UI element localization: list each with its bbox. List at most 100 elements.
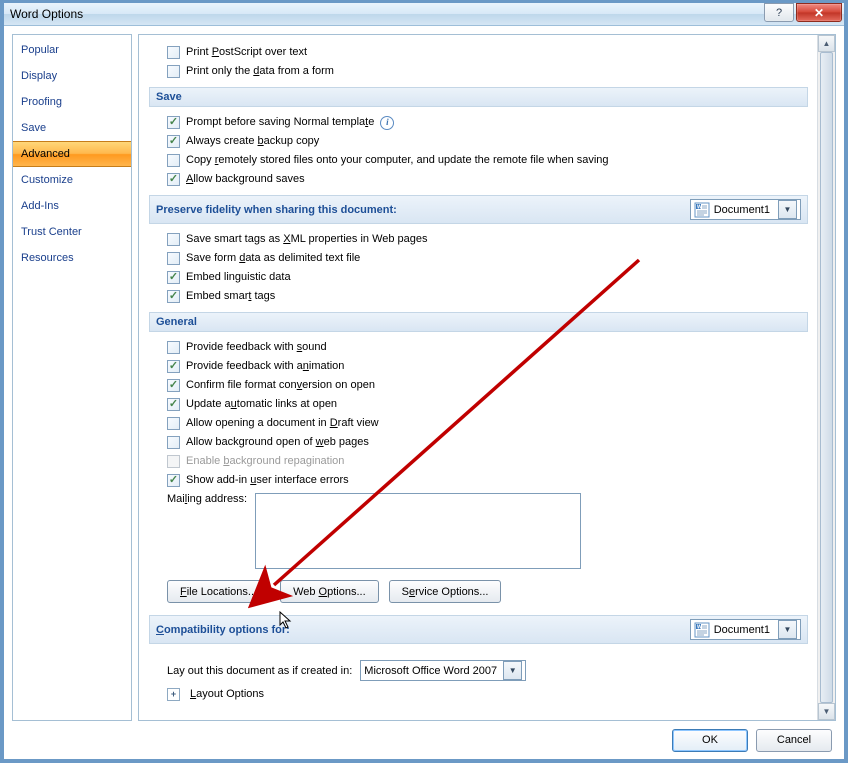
feedback-sound-checkbox[interactable] [167, 341, 180, 354]
save-smart-tags-xml-checkbox[interactable] [167, 233, 180, 246]
allow-bg-open-web-checkbox[interactable] [167, 436, 180, 449]
enable-bg-repag-label: Enable background repagination [186, 453, 344, 470]
allow-bg-saves-label: Allow background saves [186, 171, 305, 188]
general-buttons: File Locations... Web Options... Service… [149, 570, 808, 609]
embed-linguistic-row: Embed linguistic data [149, 268, 808, 287]
mailing-address-input[interactable] [255, 493, 581, 569]
allow-draft-label: Allow opening a document in Draft view [186, 415, 379, 432]
save-form-data-label: Save form data as delimited text file [186, 250, 360, 267]
enable-bg-repag-row: Enable background repagination [149, 452, 808, 471]
sidebar-item-customize[interactable]: Customize [13, 167, 131, 193]
print-only-data-checkbox[interactable] [167, 65, 180, 78]
embed-linguistic-checkbox[interactable] [167, 271, 180, 284]
mailing-address-row: Mailing address: [149, 490, 808, 570]
info-icon[interactable]: i [380, 116, 394, 130]
dialog-body: Popular Display Proofing Save Advanced C… [4, 26, 844, 721]
sidebar-item-resources[interactable]: Resources [13, 245, 131, 271]
chevron-down-icon: ▼ [778, 620, 797, 639]
svg-text:W: W [697, 204, 702, 210]
embed-smart-tags-label: Embed smart tags [186, 288, 275, 305]
scroll-content: Print PostScript over text Print only th… [139, 35, 818, 720]
svg-text:W: W [697, 624, 702, 630]
preserve-doc-select[interactable]: W Document1 ▼ [690, 199, 801, 220]
always-backup-row: Always create backup copy [149, 132, 808, 151]
allow-bg-saves-checkbox[interactable] [167, 173, 180, 186]
sidebar-item-advanced[interactable]: Advanced [13, 141, 131, 167]
scroll-down-icon[interactable]: ▼ [818, 703, 835, 720]
sidebar-item-popular[interactable]: Popular [13, 37, 131, 63]
feedback-animation-checkbox[interactable] [167, 360, 180, 373]
chevron-down-icon: ▼ [503, 661, 522, 680]
expand-icon[interactable]: + [167, 688, 180, 701]
general-header: General [149, 312, 808, 332]
ok-button[interactable]: OK [672, 729, 748, 752]
main-panel: Print PostScript over text Print only th… [138, 34, 836, 721]
always-backup-checkbox[interactable] [167, 135, 180, 148]
confirm-conversion-label: Confirm file format conversion on open [186, 377, 375, 394]
scrollbar[interactable]: ▲ ▼ [817, 35, 835, 720]
copy-remote-label: Copy remotely stored files onto your com… [186, 152, 609, 169]
layout-options-label[interactable]: Layout Options [190, 686, 264, 703]
allow-bg-saves-row: Allow background saves [149, 170, 808, 189]
sidebar-item-proofing[interactable]: Proofing [13, 89, 131, 115]
update-auto-links-row: Update automatic links at open [149, 395, 808, 414]
show-addin-errors-checkbox[interactable] [167, 474, 180, 487]
copy-remote-checkbox[interactable] [167, 154, 180, 167]
always-backup-label: Always create backup copy [186, 133, 319, 150]
sidebar-item-addins[interactable]: Add-Ins [13, 193, 131, 219]
save-form-data-checkbox[interactable] [167, 252, 180, 265]
update-auto-links-checkbox[interactable] [167, 398, 180, 411]
close-button[interactable]: ✕ [796, 3, 842, 22]
help-button[interactable]: ? [764, 3, 794, 22]
compat-header: Compatibility options for: W Document1 ▼ [149, 615, 808, 644]
file-locations-button[interactable]: File Locations... [167, 580, 270, 603]
titlebar: Word Options ? ✕ [4, 3, 844, 26]
window-buttons: ? ✕ [764, 6, 842, 22]
sidebar: Popular Display Proofing Save Advanced C… [12, 34, 132, 721]
layout-options-row: + Layout Options [149, 685, 808, 704]
sidebar-item-trust[interactable]: Trust Center [13, 219, 131, 245]
service-options-button[interactable]: Service Options... [389, 580, 502, 603]
prompt-normal-label: Prompt before saving Normal template [186, 114, 374, 131]
show-addin-errors-row: Show add-in user interface errors [149, 471, 808, 490]
feedback-sound-label: Provide feedback with sound [186, 339, 327, 356]
layout-as-select[interactable]: Microsoft Office Word 2007 ▼ [360, 660, 526, 681]
sidebar-item-save[interactable]: Save [13, 115, 131, 141]
word-doc-icon: W [694, 202, 710, 218]
prompt-normal-row: Prompt before saving Normal template i [149, 113, 808, 132]
confirm-conversion-checkbox[interactable] [167, 379, 180, 392]
word-options-dialog: Word Options ? ✕ Popular Display Proofin… [0, 0, 848, 763]
prompt-normal-checkbox[interactable] [167, 116, 180, 129]
window-title: Word Options [10, 7, 764, 21]
save-smart-tags-xml-row: Save smart tags as XML properties in Web… [149, 230, 808, 249]
confirm-conversion-row: Confirm file format conversion on open [149, 376, 808, 395]
layout-as-value: Microsoft Office Word 2007 [364, 665, 497, 677]
preserve-header: Preserve fidelity when sharing this docu… [149, 195, 808, 224]
print-postscript-row: Print PostScript over text [149, 43, 808, 62]
sidebar-item-display[interactable]: Display [13, 63, 131, 89]
allow-bg-open-web-label: Allow background open of web pages [186, 434, 369, 451]
embed-smart-tags-checkbox[interactable] [167, 290, 180, 303]
scroll-thumb[interactable] [820, 52, 833, 703]
chevron-down-icon: ▼ [778, 200, 797, 219]
layout-as-label: Lay out this document as if created in: [167, 665, 352, 677]
allow-draft-checkbox[interactable] [167, 417, 180, 430]
compat-doc-value: Document1 [714, 624, 770, 636]
allow-bg-open-web-row: Allow background open of web pages [149, 433, 808, 452]
feedback-animation-row: Provide feedback with animation [149, 357, 808, 376]
print-postscript-checkbox[interactable] [167, 46, 180, 59]
dialog-footer: OK Cancel [4, 721, 844, 759]
compat-doc-select[interactable]: W Document1 ▼ [690, 619, 801, 640]
copy-remote-row: Copy remotely stored files onto your com… [149, 151, 808, 170]
mailing-address-label: Mailing address: [167, 493, 247, 505]
print-only-data-row: Print only the data from a form [149, 62, 808, 81]
preserve-doc-value: Document1 [714, 204, 770, 216]
web-options-button[interactable]: Web Options... [280, 580, 379, 603]
print-only-data-label: Print only the data from a form [186, 63, 334, 80]
scroll-up-icon[interactable]: ▲ [818, 35, 835, 52]
cancel-button[interactable]: Cancel [756, 729, 832, 752]
help-icon: ? [776, 7, 782, 19]
save-smart-tags-xml-label: Save smart tags as XML properties in Web… [186, 231, 428, 248]
update-auto-links-label: Update automatic links at open [186, 396, 337, 413]
embed-smart-tags-row: Embed smart tags [149, 287, 808, 306]
